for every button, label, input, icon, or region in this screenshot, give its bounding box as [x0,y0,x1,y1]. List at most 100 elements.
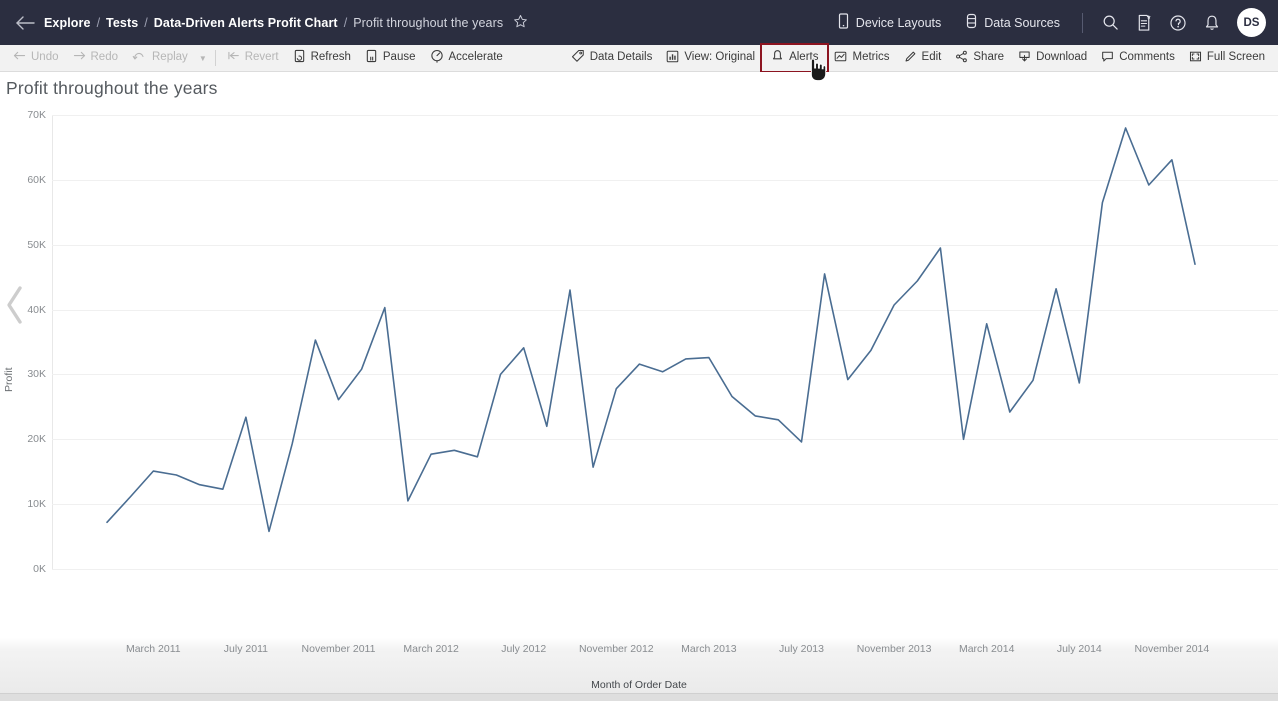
question-circle-icon[interactable] [1161,6,1195,40]
alert-bell-icon [771,49,784,67]
bar-chart-icon [666,50,679,67]
profit-line-series[interactable] [52,115,1278,569]
x-axis-tick: March 2012 [403,643,458,655]
x-axis-tick: November 2014 [1135,643,1210,655]
breadcrumb-item-current-view: Profit throughout the years [353,16,503,30]
toolbar-right-group: Data Details View: Original [564,45,1272,71]
x-axis-tick: November 2013 [857,643,932,655]
gridline [52,569,1278,570]
breadcrumb-separator: / [97,16,100,30]
x-axis-title: Month of Order Date [0,679,1278,691]
x-axis-tick: July 2011 [224,643,268,655]
x-axis-tick: March 2014 [959,643,1014,655]
avatar[interactable]: DS [1237,8,1266,37]
bottom-strip [0,693,1278,701]
x-axis-tick: March 2011 [126,643,181,655]
breadcrumb-separator: / [144,16,147,30]
refresh-label: Refresh [311,52,351,64]
chevron-left-icon[interactable] [2,280,28,330]
star-outline-icon[interactable] [513,14,528,32]
data-sources-label: Data Sources [984,16,1060,30]
metrics-button[interactable]: Metrics [827,47,896,70]
x-axis-tick: July 2014 [1057,643,1102,655]
pencil-icon [904,50,917,67]
database-icon [965,13,978,32]
share-icon [955,50,968,67]
pause-label: Pause [383,52,416,64]
x-axis-tick: July 2012 [501,643,546,655]
full-screen-label: Full Screen [1207,52,1265,64]
pause-button[interactable]: Pause [358,46,423,70]
download-label: Download [1036,52,1087,64]
visualization-canvas: Profit throughout the years 0K10K20K30K4… [0,72,1278,628]
undo-arrow-icon [13,51,26,66]
replay-dropdown-caret-icon[interactable]: ▼ [195,54,211,63]
nav-divider [1082,13,1083,33]
top-navigation-bar: Explore / Tests / Data-Driven Alerts Pro… [0,0,1278,45]
data-sources-button[interactable]: Data Sources [953,7,1072,38]
y-axis-title: Profit [3,367,15,392]
y-axis-tick: 10K [2,498,46,510]
breadcrumb-item-workbook[interactable]: Data-Driven Alerts Profit Chart [154,16,338,30]
redo-label: Redo [91,52,119,64]
data-details-button[interactable]: Data Details [564,46,660,70]
replay-icon [132,51,147,66]
x-axis-tick: November 2011 [302,643,376,655]
y-axis-tick-labels: 0K10K20K30K40K50K60K70K [0,115,46,569]
redo-arrow-icon [73,51,86,66]
breadcrumb: Explore / Tests / Data-Driven Alerts Pro… [44,14,528,32]
document-star-icon[interactable] [1127,6,1161,40]
comment-bubble-icon [1101,50,1114,67]
edit-button[interactable]: Edit [897,47,949,70]
comments-button[interactable]: Comments [1094,47,1182,70]
alerts-button[interactable]: Alerts [762,45,827,71]
y-axis-tick: 50K [2,239,46,251]
alerts-label: Alerts [789,52,818,64]
top-navigation-actions: Device Layouts Data Sources [825,6,1266,40]
full-screen-icon [1189,50,1202,67]
data-details-label: Data Details [590,52,653,64]
revert-icon [227,51,240,66]
tableau-viz-page: Explore / Tests / Data-Driven Alerts Pro… [0,0,1278,628]
refresh-button[interactable]: Refresh [286,46,358,70]
accelerate-label: Accelerate [449,52,503,64]
y-axis-tick: 70K [2,109,46,121]
pause-icon [365,49,378,67]
full-screen-button[interactable]: Full Screen [1182,47,1272,70]
share-label: Share [973,52,1004,64]
device-layouts-label: Device Layouts [856,16,941,30]
metrics-label: Metrics [852,52,889,64]
share-button[interactable]: Share [948,47,1011,70]
x-axis-tick: March 2013 [681,643,736,655]
undo-button[interactable]: Undo [6,48,66,69]
download-button[interactable]: Download [1011,47,1094,70]
bell-icon[interactable] [1195,6,1229,40]
view-original-button[interactable]: View: Original [659,47,762,70]
y-axis-tick: 20K [2,433,46,445]
device-layouts-button[interactable]: Device Layouts [825,7,953,38]
view-original-label: View: Original [684,52,755,64]
redo-button[interactable]: Redo [66,48,126,69]
comments-label: Comments [1119,52,1175,64]
undo-label: Undo [31,52,59,64]
search-icon[interactable] [1093,6,1127,40]
replay-label: Replay [152,52,188,64]
plot-area[interactable] [52,115,1278,569]
y-axis-tick: 60K [2,174,46,186]
viz-toolbar: Undo Redo Replay ▼ [0,45,1278,72]
x-axis-tick: November 2012 [579,643,654,655]
breadcrumb-item-tests[interactable]: Tests [106,16,138,30]
revert-button[interactable]: Revert [220,48,286,69]
replay-button[interactable]: Replay [125,48,195,69]
x-axis-tick-labels: March 2011 July 2011 November 2011 March 20… [0,643,1278,665]
accelerate-button[interactable]: Accelerate [423,46,510,70]
y-axis-tick: 0K [2,563,46,575]
refresh-icon [293,49,306,67]
breadcrumb-item-explore[interactable]: Explore [44,16,91,30]
back-arrow-icon[interactable] [12,10,38,36]
device-icon [837,13,850,32]
speedometer-icon [430,49,444,67]
revert-label: Revert [245,52,279,64]
page-title: Profit throughout the years [6,78,218,99]
edit-label: Edit [922,52,942,64]
